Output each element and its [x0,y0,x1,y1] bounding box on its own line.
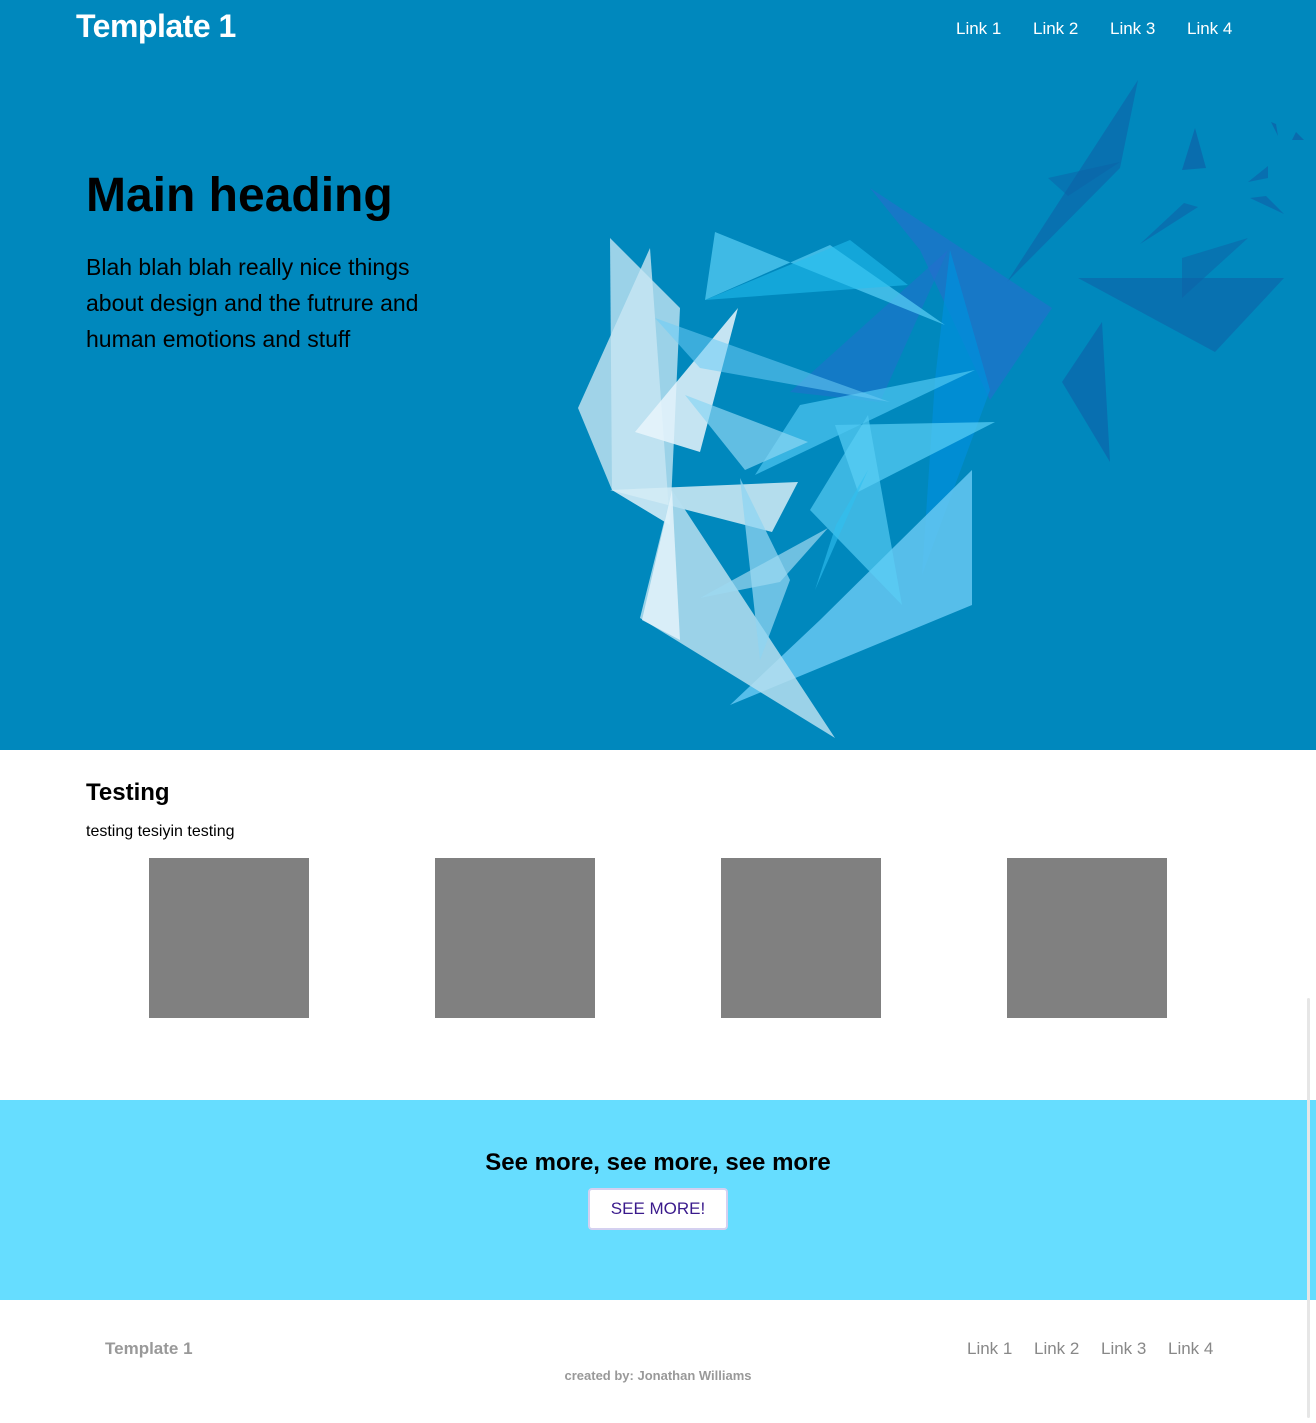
section-title: Testing [86,779,170,806]
image-placeholder-3 [721,858,881,1018]
footer-brand[interactable]: Template 1 [105,1339,193,1359]
footer-link-2[interactable]: Link 2 [1034,1339,1079,1359]
nav-link-4[interactable]: Link 4 [1187,19,1232,39]
geometric-shards-illustration [578,80,1304,738]
brand-logo[interactable]: Template 1 [76,8,236,45]
footer-link-3[interactable]: Link 3 [1101,1339,1146,1359]
section-description: testing tesiyin testing [86,823,235,840]
cta-banner: See more, see more, see more SEE MORE! [0,1100,1316,1300]
hero-heading: Main heading [86,169,393,222]
hero-description: Blah blah blah really nice things about … [86,254,419,352]
nav-link-3[interactable]: Link 3 [1110,19,1155,39]
footer-link-1[interactable]: Link 1 [967,1339,1012,1359]
cta-heading: See more, see more, see more [485,1149,831,1176]
see-more-button[interactable]: SEE MORE! [588,1188,728,1230]
image-placeholder-1 [149,858,309,1018]
footer-link-4[interactable]: Link 4 [1168,1339,1213,1359]
image-placeholder-4 [1007,858,1167,1018]
hero-section: Template 1 Link 1 Link 2 Link 3 Link 4 M… [0,0,1316,750]
nav-link-2[interactable]: Link 2 [1033,19,1078,39]
footer-credit: created by: Jonathan Williams [564,1368,752,1383]
image-placeholder-2 [435,858,595,1018]
nav-link-1[interactable]: Link 1 [956,19,1001,39]
scrollbar[interactable] [1307,998,1310,1418]
